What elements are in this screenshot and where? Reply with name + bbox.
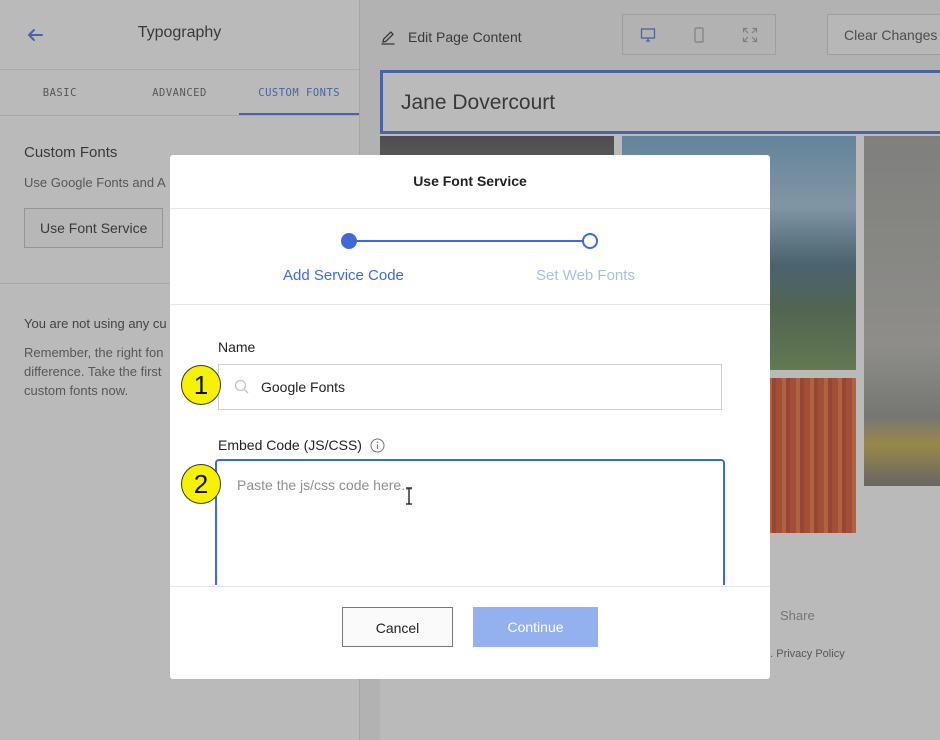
dialog-footer: Cancel Continue xyxy=(170,586,770,679)
embed-code-label: Embed Code (JS/CSS) xyxy=(218,437,362,453)
name-field[interactable] xyxy=(218,364,722,410)
info-icon[interactable] xyxy=(370,438,385,453)
search-icon xyxy=(234,379,249,394)
continue-button[interactable]: Continue xyxy=(473,607,598,647)
step-marker-2: 2 xyxy=(181,464,221,504)
font-service-form: Name Embed Code (JS/CSS) xyxy=(170,305,770,585)
name-input[interactable] xyxy=(261,379,701,395)
name-label: Name xyxy=(218,339,256,355)
cancel-button[interactable]: Cancel xyxy=(342,607,453,647)
step-2-dot xyxy=(582,233,598,249)
step-connector xyxy=(350,240,590,242)
embed-code-label-row: Embed Code (JS/CSS) xyxy=(218,437,385,453)
use-font-service-dialog: Use Font Service Add Service Code Set We… xyxy=(170,155,770,679)
step-indicator: Add Service Code Set Web Fonts xyxy=(170,209,770,305)
step-add-service-code: Add Service Code xyxy=(283,267,404,284)
dialog-title: Use Font Service xyxy=(170,155,770,209)
embed-code-textarea[interactable] xyxy=(215,459,725,585)
step-set-web-fonts: Set Web Fonts xyxy=(536,267,635,284)
step-1-dot xyxy=(341,233,357,249)
step-marker-1: 1 xyxy=(181,365,221,405)
text-cursor-icon xyxy=(406,487,412,505)
